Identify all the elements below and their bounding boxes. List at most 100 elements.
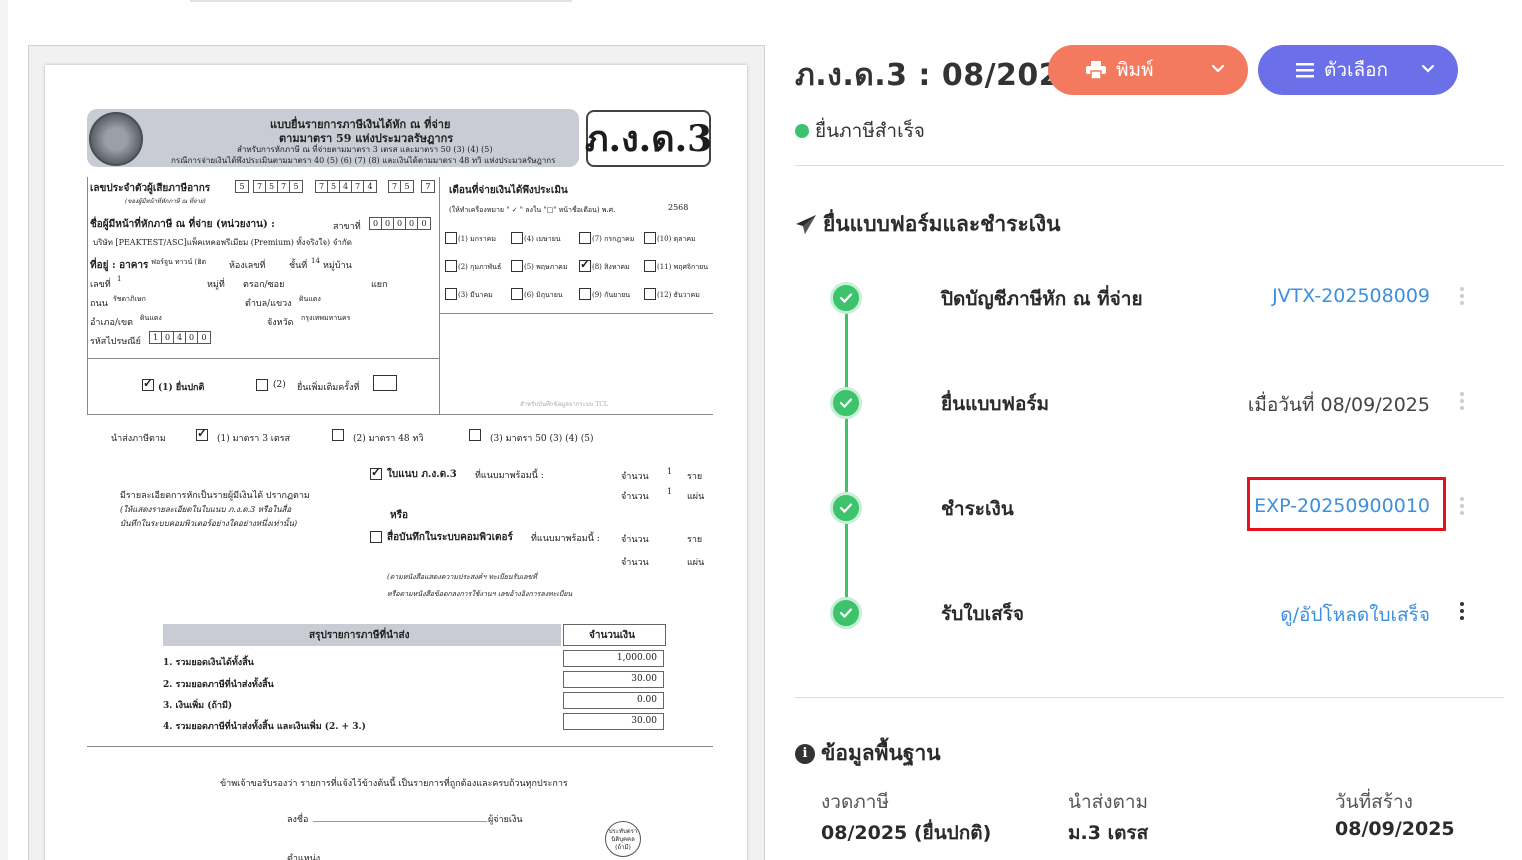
taxid-digits-5: 7: [421, 180, 435, 193]
submit-opt1-label: (1) มาตรา 3 เตรส: [217, 434, 291, 444]
taxid-label: เลขประจำตัวผู้เสียภาษีอากร: [90, 183, 211, 194]
print-button[interactable]: พิมพ์: [1048, 45, 1248, 95]
attach-checkbox: [370, 465, 382, 480]
chevron-down-icon[interactable]: [1210, 60, 1226, 82]
digit: 7: [254, 181, 266, 192]
branch-label: สาขาที่: [333, 222, 361, 232]
addr-building: ฟอร์จูน ทาวน์ (ฮิต: [151, 258, 207, 266]
revenue-seal-icon: [89, 112, 143, 166]
month-checkbox-11: [644, 260, 656, 272]
step-check-icon: [830, 282, 862, 314]
options-button[interactable]: ตัวเลือก: [1258, 45, 1458, 95]
digit: 0: [370, 218, 382, 229]
month-checkbox-3: [445, 288, 457, 300]
attach-count-label: จำนวน: [621, 472, 649, 482]
form-badge: ภ.ง.ด.3: [585, 110, 712, 167]
payer-label: ชื่อผู้มีหน้าที่หักภาษี ณ ที่จ่าย (หน่วย…: [90, 219, 275, 230]
month-label-12: (12) ธันวาคม: [657, 291, 700, 299]
month-label-3: (3) มีนาคม: [458, 291, 493, 299]
month-checkbox-10: [644, 232, 656, 244]
taxid-digits-2: 7 5 7 5: [253, 180, 303, 193]
addr-tambon-val: ดินแดง: [299, 295, 321, 303]
more-options-icon[interactable]: [1459, 287, 1465, 305]
month-checkbox-8: [579, 257, 591, 272]
attach-label: ใบแนบ ภ.ง.ด.3: [387, 469, 457, 480]
filing-normal-checkbox: [142, 376, 154, 391]
form-divider-h4: [87, 746, 713, 747]
digit: 5: [293, 182, 299, 191]
more-options-icon[interactable]: [1459, 602, 1465, 620]
month-label-10: (10) ตุลาคม: [657, 235, 696, 243]
filing-normal-label: (1) ยื่นปกติ: [158, 383, 205, 393]
month-checkbox-2: [445, 260, 457, 272]
attach-count-val: 1: [667, 467, 673, 476]
month-label-7: (7) กรกฎาคม: [592, 235, 635, 243]
sum-row-3-value: 0.00: [563, 692, 664, 709]
media-count-label: จำนวน: [621, 535, 649, 545]
taxid-digits-3: 7 5 4 7 4: [315, 180, 377, 193]
summary-title: สรุปรายการภาษีที่นำส่ง: [309, 630, 410, 641]
month-label-11: (11) พฤศจิกายน: [657, 263, 709, 271]
or-label: หรือ: [390, 510, 408, 521]
left-edge: [0, 0, 8, 860]
digit: 0: [201, 333, 207, 342]
step-link-receipt[interactable]: ดู/อัปโหลดใบเสร็จ: [1280, 600, 1430, 630]
digit: 0: [186, 332, 198, 343]
section-title-filing: ยื่นแบบฟอร์มและชำระเงิน: [795, 208, 1061, 241]
info-submit-value: ม.3 เตรส: [1068, 822, 1149, 844]
attach-sheet-unit: แผ่น: [687, 492, 705, 502]
tax-year: 2568: [668, 203, 689, 212]
digit: 4: [174, 332, 186, 343]
submit-opt2-label: (2) มาตรา 48 ทวิ: [353, 434, 424, 444]
position-label: ตำแหน่ง: [287, 854, 321, 860]
month-label-4: (4) เมษายน: [524, 235, 561, 243]
media-count-unit: ราย: [687, 535, 703, 545]
printer-icon: [1086, 61, 1106, 79]
print-button-label: พิมพ์: [1116, 59, 1154, 81]
tcl-note: สำหรับบันทึกข้อมูลจากระบบ TCL: [520, 401, 608, 408]
sum-row-1-label: 1. รวมยอดเงินได้ทั้งสิ้น: [163, 658, 254, 668]
digit: 5: [328, 181, 340, 192]
note-line1: (ตามหนังสือแสดงความประสงค์ฯ ทะเบียนรับเล…: [387, 573, 537, 581]
step-label-receipt: รับใบเสร็จ: [941, 603, 1025, 625]
month-label-6: (6) มิถุนายน: [524, 291, 563, 299]
digit: 7: [352, 181, 364, 192]
submit-opt3-label: (3) มาตรา 50 (3) (4) (5): [490, 434, 594, 444]
sum-row-3-label: 3. เงินเพิ่ม (ถ้ามี): [163, 701, 233, 711]
sign-line: [313, 821, 487, 822]
step-check-icon: [830, 387, 862, 419]
options-button-label: ตัวเลือก: [1324, 59, 1389, 81]
more-options-icon[interactable]: [1459, 497, 1465, 515]
addr-province-val: กรุงเทพมหานคร: [301, 314, 351, 322]
info-period-label: งวดภาษี: [821, 791, 890, 813]
digit: 0: [406, 218, 418, 229]
attach-count-unit: ราย: [687, 472, 703, 482]
attach-sheet-val: 1: [667, 487, 673, 496]
sign-label: ลงชื่อ: [287, 815, 309, 825]
note-line2: หรือตามหนังสือข้อตกลงการใช้งานฯ เลขอ้างอ…: [387, 590, 573, 598]
form-divider-v2: [87, 177, 88, 415]
document-page[interactable]: แบบยื่นรายการภาษีเงินได้หัก ณ ที่จ่าย ตา…: [45, 65, 747, 860]
chevron-down-icon[interactable]: [1420, 60, 1436, 82]
addr-soi: ตรอก/ซอย: [243, 280, 285, 290]
amount-title: จำนวนเงิน: [589, 630, 635, 641]
addr-floor-val: 14: [311, 257, 320, 265]
digit: 1: [150, 332, 162, 343]
more-options-icon[interactable]: [1459, 392, 1465, 410]
page: แบบยื่นรายการภาษีเงินได้หัก ณ ที่จ่าย ตา…: [0, 0, 1522, 860]
postcode-digits: 1 0 4 0 0: [149, 331, 211, 344]
company-stamp-placeholder: ประทับตรานิติบุคคล (ถ้ามี): [605, 821, 641, 857]
top-divider: [190, 0, 572, 2]
step-link-journal[interactable]: JVTX-202508009: [1272, 285, 1430, 307]
addr-road: ถนน: [90, 299, 108, 309]
sum-row-4-label: 4. รวมยอดภาษีที่นำส่งทั้งสิ้น และเงินเพิ…: [163, 722, 366, 732]
month-checkbox-7: [579, 232, 591, 244]
addr-label: ที่อยู่ : อาคาร: [90, 260, 149, 271]
addr-yaek: แยก: [371, 280, 388, 290]
highlight-box: [1247, 477, 1446, 531]
sum-row-4-value: 30.00: [563, 713, 664, 730]
month-checkbox-12: [644, 288, 656, 300]
addr-village: หมู่บ้าน: [323, 261, 352, 271]
taxid-digits: 5: [235, 180, 249, 193]
section-title-text: ยื่นแบบฟอร์มและชำระเงิน: [823, 212, 1061, 236]
